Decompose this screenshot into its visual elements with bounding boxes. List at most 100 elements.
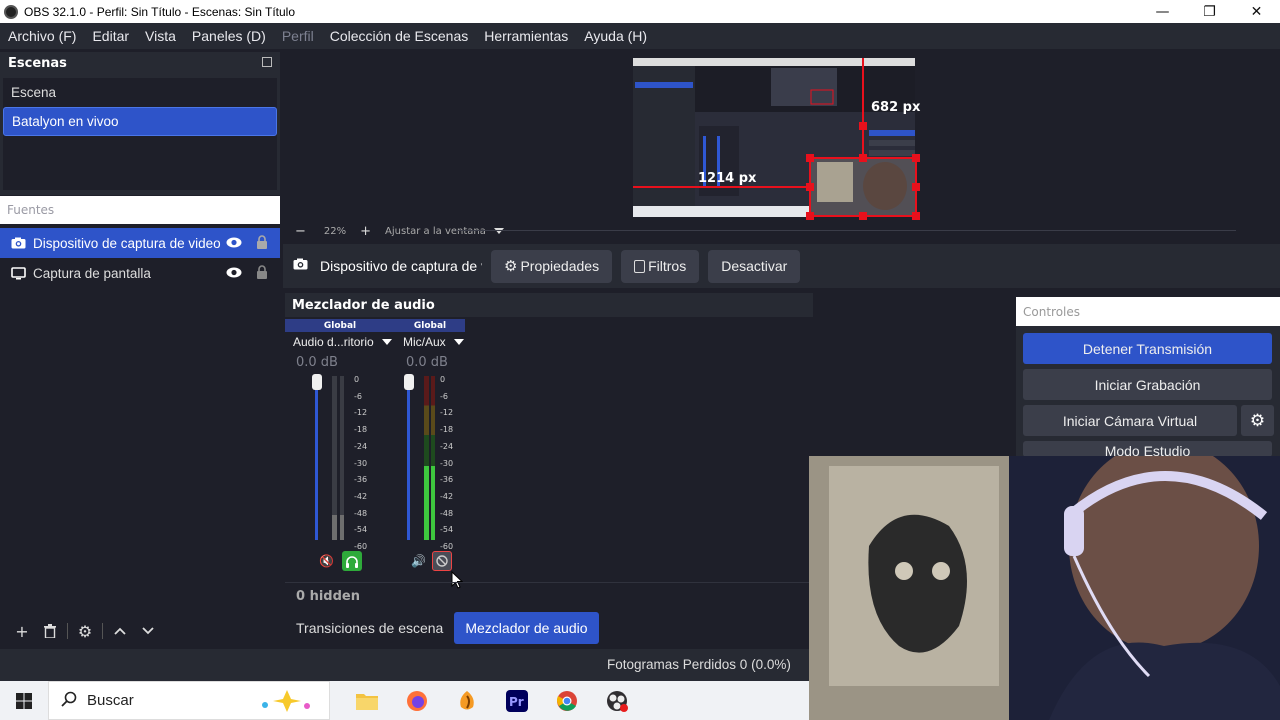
volume-slider-track[interactable] — [315, 378, 318, 540]
file-explorer-icon[interactable] — [342, 681, 392, 720]
channel-name-dropdown[interactable]: Mic/Aux — [395, 332, 465, 352]
source-context-bar: Dispositivo de captura de video ⚙ Propie… — [283, 244, 1280, 288]
hidden-count[interactable]: 0 hidden — [285, 582, 813, 610]
undock-icon[interactable] — [262, 57, 272, 67]
title-bar: OBS 32.1.0 - Perfil: Sin Título - Escena… — [0, 0, 1280, 23]
visibility-eye-icon[interactable] — [226, 266, 242, 281]
tick-label: -30 — [440, 458, 454, 468]
deactivate-button[interactable]: Desactivar — [708, 249, 801, 283]
zoom-dropdown-icon[interactable] — [493, 228, 504, 234]
virtual-camera-gear-icon[interactable]: ⚙ — [1241, 405, 1274, 436]
tick-label: -48 — [354, 508, 368, 518]
fit-to-window[interactable]: Ajustar a la ventana — [385, 226, 486, 237]
tick-label: -42 — [440, 491, 454, 501]
scene-list: Escena Batalyon en vivoo — [3, 78, 277, 190]
chrome-icon[interactable] — [542, 681, 592, 720]
mixer-channel-mic-aux: Global Mic/Aux 0.0 dB 0 -6 -12 -18 -24 -… — [395, 319, 465, 579]
menu-editar[interactable]: Editar — [92, 28, 129, 44]
start-virtual-camera-button[interactable]: Iniciar Cámara Virtual — [1023, 405, 1237, 436]
volume-slider-handle[interactable] — [404, 374, 414, 390]
start-recording-button[interactable]: Iniciar Grabación — [1023, 369, 1272, 400]
window-title: OBS 32.1.0 - Perfil: Sin Título - Escena… — [24, 4, 296, 19]
zoom-scroll-track[interactable] — [456, 230, 1236, 231]
close-button[interactable]: ✕ — [1233, 0, 1280, 23]
controls-title: Controles — [1016, 297, 1280, 326]
menu-perfil[interactable]: Perfil — [282, 28, 314, 44]
visibility-eye-icon[interactable] — [226, 236, 242, 251]
audio-mixer-dock: Mezclador de audio Global Audio d...rito… — [285, 293, 813, 611]
windows-start-icon[interactable] — [0, 681, 48, 720]
filters-button[interactable]: Filtros — [621, 249, 700, 283]
tick-label: 0 — [440, 375, 446, 384]
camera-icon — [10, 236, 26, 250]
tick-label: -18 — [440, 425, 454, 435]
audio-mixer-title: Mezclador de audio — [285, 293, 813, 317]
sources-toolbar: + ⚙ — [0, 616, 280, 646]
menu-vista[interactable]: Vista — [145, 28, 176, 44]
width-measure-label: 682 px — [871, 100, 921, 115]
scene-item[interactable]: Escena — [3, 78, 277, 107]
tab-audio-mixer[interactable]: Mezclador de audio — [454, 612, 599, 644]
tick-label: -54 — [440, 525, 454, 535]
obs-icon[interactable] — [592, 681, 642, 720]
tick-label: -42 — [354, 491, 368, 501]
selected-source-name: Dispositivo de captura de video — [320, 258, 482, 274]
minimize-button[interactable]: — — [1139, 0, 1186, 23]
source-item-screen-capture[interactable]: Captura de pantalla — [0, 258, 280, 288]
menu-paneles[interactable]: Paneles (D) — [192, 28, 266, 44]
menu-herramientas[interactable]: Herramientas — [484, 28, 568, 44]
menu-ayuda[interactable]: Ayuda (H) — [584, 28, 647, 44]
muted-speaker-icon[interactable]: 🔇 — [319, 554, 334, 568]
speaker-icon[interactable]: 🔊 — [411, 554, 426, 568]
menu-archivo[interactable]: Archivo (F) — [8, 28, 76, 44]
level-meter-fill — [431, 466, 435, 540]
toolbar-divider — [102, 623, 103, 639]
monitor-off-headphones-icon[interactable] — [431, 551, 452, 571]
channel-name-dropdown[interactable]: Audio d...ritorio — [285, 332, 395, 352]
volume-slider-track[interactable] — [407, 378, 410, 540]
level-meter — [431, 376, 435, 540]
webcam-overlay — [809, 456, 1280, 720]
preview-area[interactable]: 682 px 1214 px — [287, 50, 1280, 224]
source-settings-gear-icon[interactable]: ⚙ — [71, 620, 99, 642]
volume-slider-handle[interactable] — [312, 374, 322, 390]
meter-scale: 0 -6 -12 -18 -24 -30 -36 -42 -48 -54 -60 — [354, 372, 367, 556]
scene-item-selected[interactable]: Batalyon en vivoo — [3, 107, 277, 136]
tick-label: 0 — [354, 375, 360, 384]
premiere-icon[interactable]: Pr — [492, 681, 542, 720]
stop-streaming-button[interactable]: Detener Transmisión — [1023, 333, 1272, 364]
tick-label: -24 — [354, 441, 368, 451]
channel-db: 0.0 dB — [296, 354, 338, 370]
tick-label: -24 — [440, 441, 454, 451]
taskbar-search-box[interactable]: Buscar — [48, 681, 330, 720]
zoom-in-button[interactable]: + — [360, 224, 371, 239]
dock-tabs: Transiciones de escena Mezclador de audi… — [285, 612, 599, 645]
firefox-icon[interactable] — [392, 681, 442, 720]
tab-scene-transitions[interactable]: Transiciones de escena — [285, 612, 454, 644]
height-measure-label: 1214 px — [698, 171, 757, 186]
move-up-chevron-icon[interactable] — [106, 620, 134, 642]
tick-label: -6 — [354, 391, 362, 401]
level-meter-fill — [340, 515, 344, 540]
fl-studio-icon[interactable] — [442, 681, 492, 720]
tick-label: -18 — [354, 425, 368, 435]
remove-source-icon[interactable] — [36, 620, 64, 642]
meter-scale: 0 -6 -12 -18 -24 -30 -36 -42 -48 -54 -60 — [440, 372, 453, 556]
lock-icon[interactable] — [256, 235, 268, 253]
studio-mode-button[interactable]: Modo Estudio — [1023, 441, 1272, 457]
source-item-video-capture[interactable]: Dispositivo de captura de video — [0, 228, 280, 258]
zoom-bar: − 22% + Ajustar a la ventana — [287, 224, 1250, 239]
move-down-chevron-icon[interactable] — [134, 620, 162, 642]
filters-label: Filtros — [648, 258, 687, 274]
source-label: Dispositivo de captura de video — [33, 235, 221, 251]
level-meter — [424, 376, 429, 540]
monitor-headphones-icon[interactable] — [341, 551, 362, 571]
menu-coleccion-escenas[interactable]: Colección de Escenas — [330, 28, 469, 44]
search-icon — [61, 691, 77, 711]
zoom-out-button[interactable]: − — [295, 224, 306, 239]
properties-button[interactable]: ⚙ Propiedades — [491, 249, 613, 283]
tick-label: -48 — [440, 508, 454, 518]
lock-icon[interactable] — [256, 265, 268, 283]
add-source-icon[interactable]: + — [8, 620, 36, 642]
restore-button[interactable]: ❐ — [1186, 0, 1233, 23]
